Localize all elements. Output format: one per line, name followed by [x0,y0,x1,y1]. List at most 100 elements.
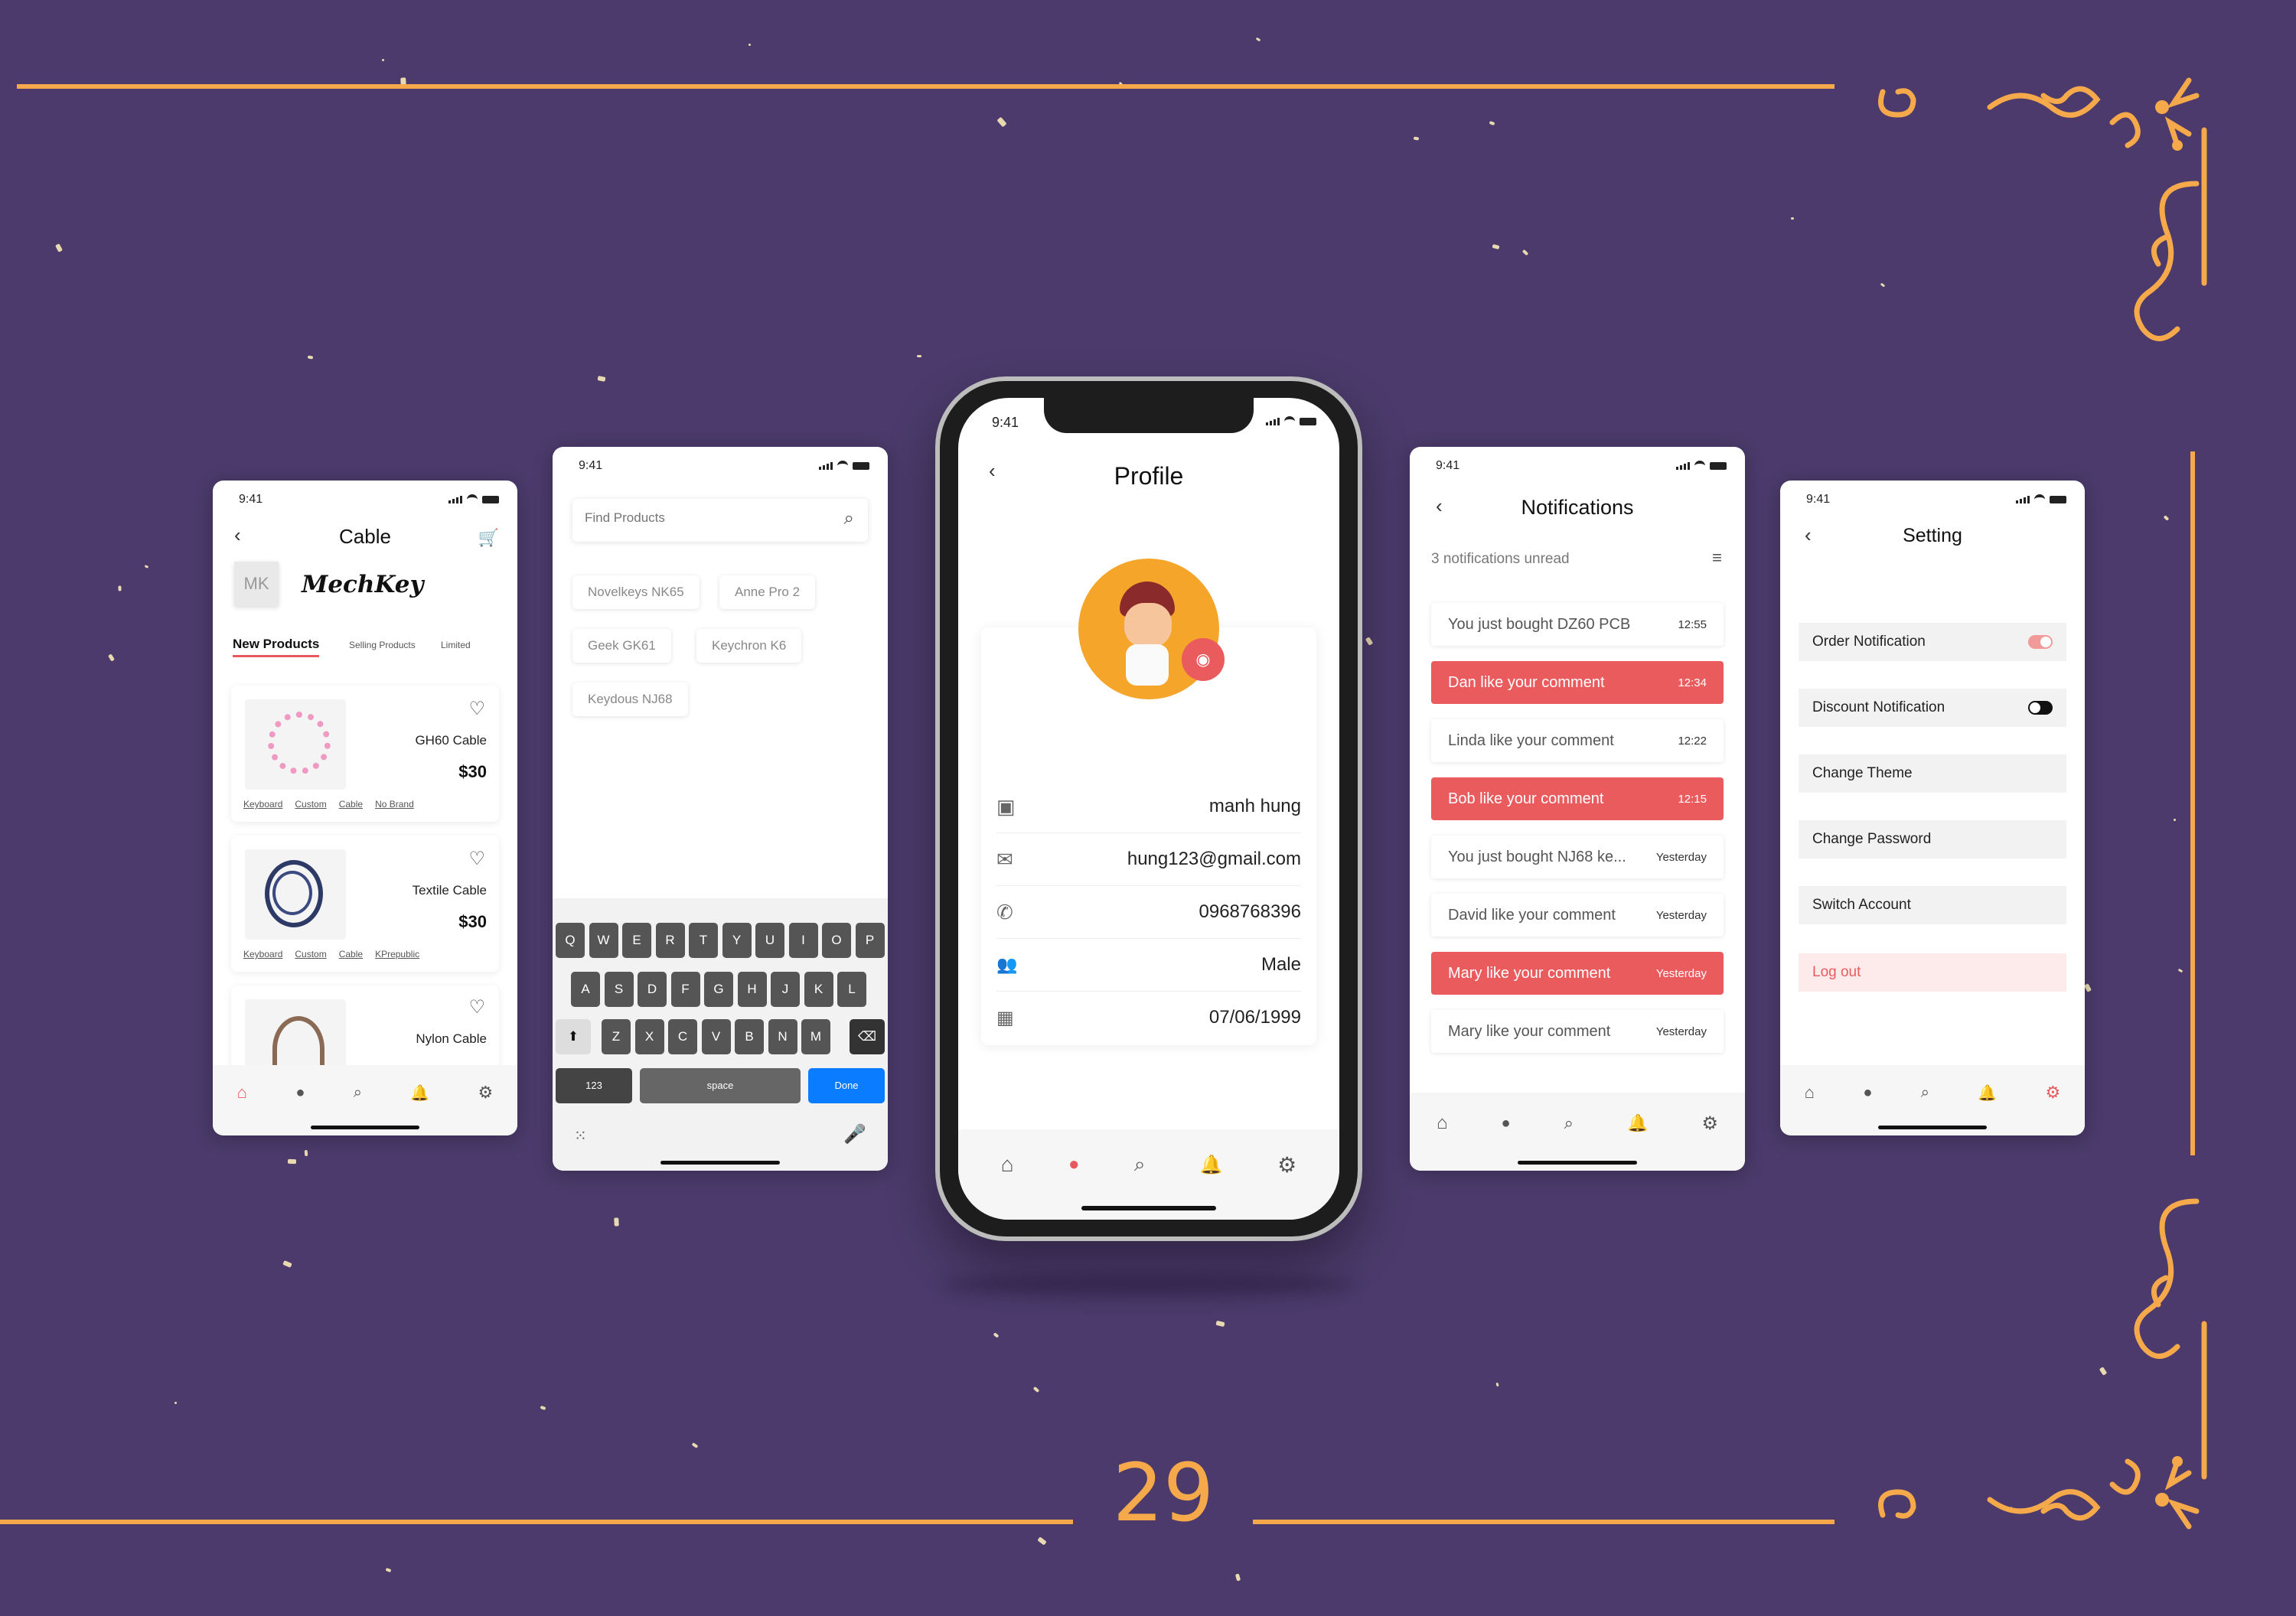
key-g[interactable]: G [704,972,733,1007]
setting-change-theme[interactable]: Change Theme [1799,754,2066,793]
suggestion-chip[interactable]: Keydous NJ68 [572,683,688,716]
key-y[interactable]: Y [722,923,752,958]
key-x[interactable]: X [634,1019,664,1054]
notification-item[interactable]: Mary like your comment Yesterday [1431,1010,1724,1053]
search-icon[interactable]: ⌕ [844,508,854,529]
key-a[interactable]: A [571,972,600,1007]
person-icon[interactable]: ● [1068,1154,1080,1175]
logout-button[interactable]: Log out [1799,953,2066,992]
search-bar[interactable]: ⌕ [572,499,868,542]
suggestion-chip[interactable]: Novelkeys NK65 [572,575,700,609]
order-notification-toggle[interactable] [2028,635,2053,649]
tab-new-products[interactable]: New Products [233,637,320,657]
key-q[interactable]: Q [556,923,585,958]
key-done[interactable]: Done [808,1068,885,1103]
camera-button[interactable]: ◉ [1182,638,1225,681]
product-card[interactable]: ♡ Nylon Cable [231,986,499,1082]
key-l[interactable]: L [837,972,866,1007]
person-icon[interactable]: ● [1502,1115,1511,1132]
key-r[interactable]: R [655,923,685,958]
discount-notification-toggle[interactable] [2028,701,2053,715]
setting-switch-account[interactable]: Switch Account [1799,886,2066,924]
microphone-icon[interactable]: 🎤 [843,1123,866,1145]
notification-item[interactable]: Mary like your comment Yesterday [1431,952,1724,995]
tag[interactable]: No Brand [375,799,414,810]
key-k[interactable]: K [804,972,833,1007]
setting-discount-notification[interactable]: Discount Notification [1799,689,2066,727]
notification-item[interactable]: Linda like your comment 12:22 [1431,719,1724,762]
search-icon[interactable]: ⌕ [1921,1084,1929,1102]
notification-text: Mary like your comment [1448,1022,1611,1040]
tag[interactable]: Keyboard [243,799,282,810]
key-t[interactable]: T [689,923,718,958]
notification-item[interactable]: David like your comment Yesterday [1431,894,1724,937]
tab-selling-products[interactable]: Selling Products [349,640,416,650]
key-m[interactable]: M [801,1019,830,1054]
key-n[interactable]: N [768,1019,797,1054]
key-s[interactable]: S [604,972,634,1007]
cart-icon[interactable]: 🛒 [478,528,499,548]
key-j[interactable]: J [771,972,800,1007]
key-shift[interactable]: ⬆ [556,1019,591,1054]
notification-item[interactable]: You just bought DZ60 PCB 12:55 [1431,603,1724,646]
tag[interactable]: Cable [339,799,363,810]
tag[interactable]: Cable [339,949,363,960]
key-h[interactable]: H [737,972,767,1007]
product-card[interactable]: ♡ Textile Cable $30 Keyboard Custom Cable K… [231,836,499,972]
gear-icon[interactable]: ⚙ [1277,1152,1296,1178]
key-w[interactable]: W [589,923,618,958]
gear-icon[interactable]: ⚙ [2046,1083,2061,1103]
key-backspace[interactable]: ⌫ [850,1019,885,1054]
home-icon[interactable]: ⌂ [1805,1083,1815,1103]
phone-icon: ✆ [996,900,1013,924]
gear-icon[interactable]: ⚙ [478,1083,494,1103]
emoji-grid-icon[interactable]: ⁙ [574,1126,587,1145]
suggestion-chip[interactable]: Keychron K6 [696,629,802,663]
heart-icon[interactable]: ♡ [468,698,485,720]
suggestion-chip[interactable]: Anne Pro 2 [719,575,816,609]
search-icon[interactable]: ⌕ [354,1084,362,1102]
key-d[interactable]: D [638,972,667,1007]
home-icon[interactable]: ⌂ [1437,1113,1448,1134]
key-e[interactable]: E [622,923,651,958]
home-icon[interactable]: ⌂ [237,1083,247,1103]
setting-order-notification[interactable]: Order Notification [1799,623,2066,661]
bell-icon[interactable]: 🔔 [1978,1083,1997,1103]
notification-item[interactable]: You just bought NJ68 ke... Yesterday [1431,836,1724,878]
key-u[interactable]: U [755,923,784,958]
notification-item[interactable]: Bob like your comment 12:15 [1431,777,1724,820]
filter-icon[interactable]: ≡ [1712,548,1722,568]
heart-icon[interactable]: ♡ [468,996,485,1018]
key-p[interactable]: P [855,923,885,958]
search-icon[interactable]: ⌕ [1134,1152,1146,1177]
gear-icon[interactable]: ⚙ [1701,1113,1718,1135]
key-o[interactable]: O [822,923,851,958]
key-f[interactable]: F [670,972,700,1007]
key-c[interactable]: C [668,1019,697,1054]
search-icon[interactable]: ⌕ [1564,1113,1574,1133]
key-b[interactable]: B [735,1019,764,1054]
bell-icon[interactable]: 🔔 [1627,1113,1648,1133]
setting-change-password[interactable]: Change Password [1799,820,2066,858]
product-card[interactable]: ♡ GH60 Cable $30 Keyboard Custom Cable No B… [231,686,499,822]
tag[interactable]: Custom [295,949,326,960]
home-icon[interactable]: ⌂ [1001,1152,1014,1177]
key-123[interactable]: 123 [556,1068,632,1103]
tab-bar: ⌂ ● ⌕ 🔔 ⚙ [958,1129,1339,1220]
bell-icon[interactable]: 🔔 [410,1083,429,1103]
tag[interactable]: KPrepublic [375,949,419,960]
key-z[interactable]: Z [602,1019,631,1054]
bell-icon[interactable]: 🔔 [1200,1154,1223,1176]
search-input[interactable] [583,510,816,526]
heart-icon[interactable]: ♡ [468,848,485,870]
key-space[interactable]: space [640,1068,801,1103]
key-v[interactable]: V [701,1019,731,1054]
tag[interactable]: Custom [295,799,326,810]
tag[interactable]: Keyboard [243,949,282,960]
suggestion-chip[interactable]: Geek GK61 [572,629,671,663]
person-icon[interactable]: ● [295,1084,305,1102]
tab-limited[interactable]: Limited [441,640,471,650]
person-icon[interactable]: ● [1863,1084,1872,1102]
key-i[interactable]: I [788,923,818,958]
notification-item[interactable]: Dan like your comment 12:34 [1431,661,1724,704]
